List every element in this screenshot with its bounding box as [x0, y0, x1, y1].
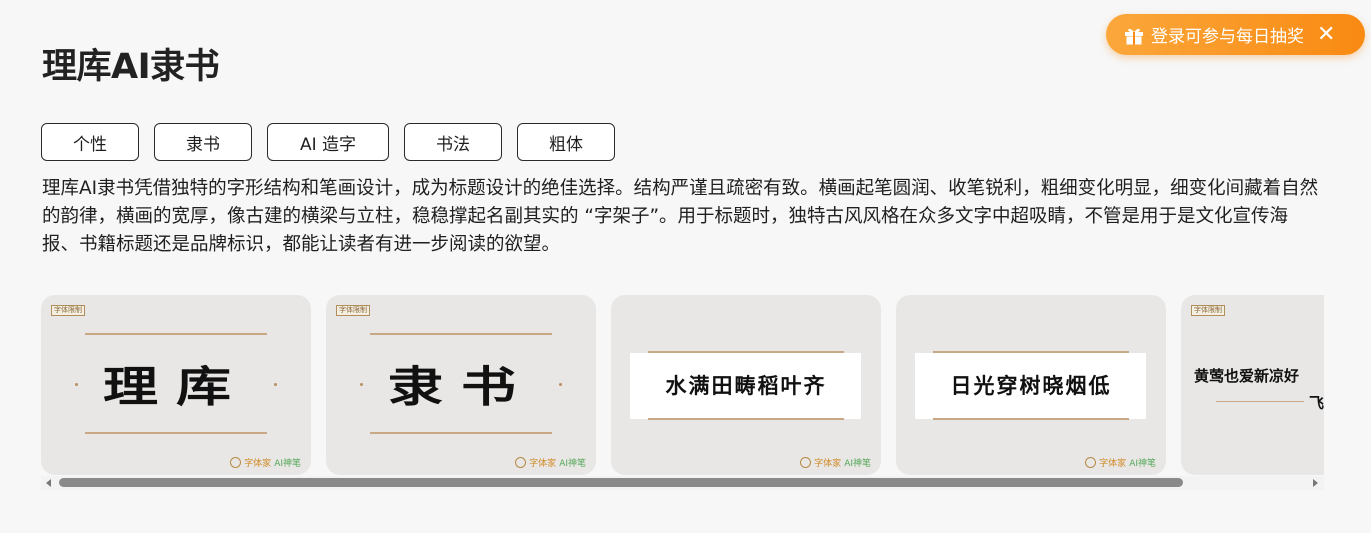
tag-lishu[interactable]: 隶书	[154, 123, 252, 161]
watermark: 字体家 AI神笔	[800, 456, 871, 469]
tag-personality[interactable]: 个性	[41, 123, 139, 161]
close-icon[interactable]: ✕	[1317, 23, 1335, 46]
font-badge: 字体限制	[1191, 305, 1225, 316]
divider	[370, 333, 552, 335]
login-lottery-banner[interactable]: 登录可参与每日抽奖 ✕	[1106, 14, 1365, 55]
divider	[1216, 401, 1304, 402]
tag-ai-create[interactable]: AI 造字	[267, 123, 389, 161]
sample-text: 水满田畴稻叶齐	[665, 373, 827, 398]
sample-text: 黄莺也爱新凉好	[1194, 367, 1300, 385]
divider	[648, 351, 844, 353]
watermark: 字体家 AI神笔	[515, 456, 586, 469]
divider	[933, 418, 1129, 420]
divider	[85, 432, 267, 434]
sample-gallery: 字体限制 理库 字体家 AI神笔 字体限制 隶书 字体家 AI神笔 水满田畴稻叶…	[41, 295, 1324, 490]
promo-text: 登录可参与每日抽奖	[1151, 27, 1304, 47]
divider	[648, 418, 844, 420]
logo-icon	[1085, 457, 1097, 468]
horizontal-scrollbar[interactable]	[41, 476, 1324, 490]
font-description: 理库AI隶书凭借独特的字形结构和笔画设计，成为标题设计的绝佳选择。结构严谨且疏密…	[42, 178, 1319, 255]
logo-icon	[230, 457, 242, 468]
tag-list: 个性 隶书 AI 造字 书法 粗体	[41, 123, 615, 161]
sample-text: 理库	[102, 361, 249, 412]
sample-card[interactable]: 水满田畴稻叶齐 字体家 AI神笔	[611, 295, 881, 475]
sample-card[interactable]: 字体限制 黄莺也爱新凉好 飞	[1181, 295, 1324, 475]
page-title: 理库AI隶书	[42, 47, 220, 87]
divider	[85, 333, 267, 335]
scrollbar-thumb[interactable]	[59, 478, 1183, 487]
font-badge: 字体限制	[51, 305, 85, 316]
scroll-left-arrow-icon[interactable]	[46, 479, 51, 487]
sample-text: 日光穿树晓烟低	[950, 373, 1112, 398]
font-badge: 字体限制	[336, 305, 370, 316]
watermark: 字体家 AI神笔	[1085, 456, 1156, 469]
divider	[933, 351, 1129, 353]
watermark: 字体家 AI神笔	[230, 456, 301, 469]
sample-card[interactable]: 字体限制 隶书 字体家 AI神笔	[326, 295, 596, 475]
logo-icon	[800, 457, 812, 468]
scroll-right-arrow-icon[interactable]	[1313, 479, 1318, 487]
sample-text-line2: 飞	[1309, 394, 1324, 412]
sample-card[interactable]: 字体限制 理库 字体家 AI神笔	[41, 295, 311, 475]
tag-bold[interactable]: 粗体	[517, 123, 615, 161]
sample-card[interactable]: 日光穿树晓烟低 字体家 AI神笔	[896, 295, 1166, 475]
gift-icon	[1125, 28, 1143, 44]
logo-icon	[515, 457, 527, 468]
sample-text: 隶书	[387, 361, 534, 412]
divider	[370, 432, 552, 434]
tag-calligraphy[interactable]: 书法	[404, 123, 502, 161]
